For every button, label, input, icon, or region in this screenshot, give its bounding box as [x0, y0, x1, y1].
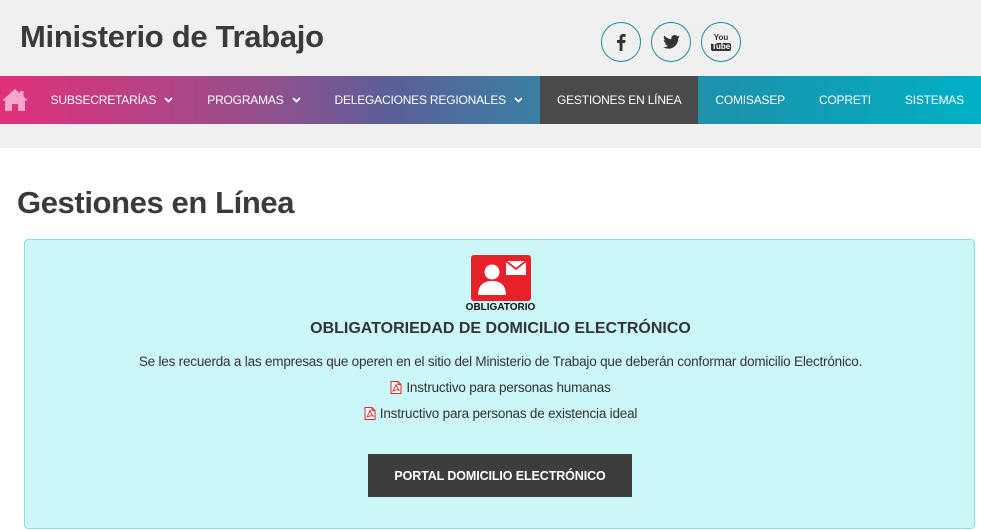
nav-item-gestiones-en-linea[interactable]: GESTIONES EN LÍNEA: [539, 76, 699, 124]
site-header: Ministerio de Trabajo You Tube: [0, 0, 981, 76]
facebook-link[interactable]: [601, 22, 641, 62]
youtube-link[interactable]: You Tube: [701, 22, 741, 62]
nav-item-comisasep[interactable]: COMISASEP: [698, 76, 802, 124]
page-title: Gestiones en Línea: [17, 185, 295, 220]
pdf-icon: [364, 407, 376, 420]
domicilio-electronico-panel: OBLIGATORIO OBLIGATORIEDAD DE DOMICILIO …: [24, 239, 975, 529]
pdf-icon: [390, 381, 402, 394]
nav-item-delegaciones-regionales[interactable]: DELEGACIONES REGIONALES: [318, 76, 540, 124]
id-card-mail-icon: [471, 255, 531, 301]
chevron-down-icon: [291, 97, 301, 103]
nav-item-subsecretarias[interactable]: SUBSECRETARÍAS: [30, 76, 191, 124]
panel-description: Se les recuerda a las empresas que opere…: [138, 354, 863, 369]
portal-domicilio-electronico-button[interactable]: PORTAL DOMICILIO ELECTRÓNICO: [368, 454, 632, 497]
youtube-icon: You Tube: [710, 32, 732, 51]
main-navbar: SUBSECRETARÍAS PROGRAMAS DELEGACIONES RE…: [0, 76, 981, 124]
twitter-icon: [662, 35, 680, 49]
instructivo-existencia-ideal-link[interactable]: Instructivo para personas de existencia …: [25, 406, 976, 421]
home-icon: [1, 89, 28, 111]
twitter-link[interactable]: [651, 22, 691, 62]
chevron-down-icon: [514, 97, 523, 103]
panel-title: OBLIGATORIEDAD DE DOMICILIO ELECTRÓNICO: [310, 320, 691, 337]
nav-item-sistemas[interactable]: SISTEMAS: [888, 76, 981, 124]
chevron-down-icon: [164, 97, 173, 103]
nav-item-programas[interactable]: PROGRAMAS: [190, 76, 317, 124]
site-title[interactable]: Ministerio de Trabajo: [20, 19, 324, 55]
facebook-icon: [617, 34, 626, 51]
obligatorio-caption: OBLIGATORIO: [465, 302, 536, 313]
nav-home-button[interactable]: [0, 76, 30, 124]
nav-item-copreti[interactable]: COPRETI: [802, 76, 888, 124]
instructivo-personas-humanas-link[interactable]: Instructivo para personas humanas: [25, 380, 976, 395]
